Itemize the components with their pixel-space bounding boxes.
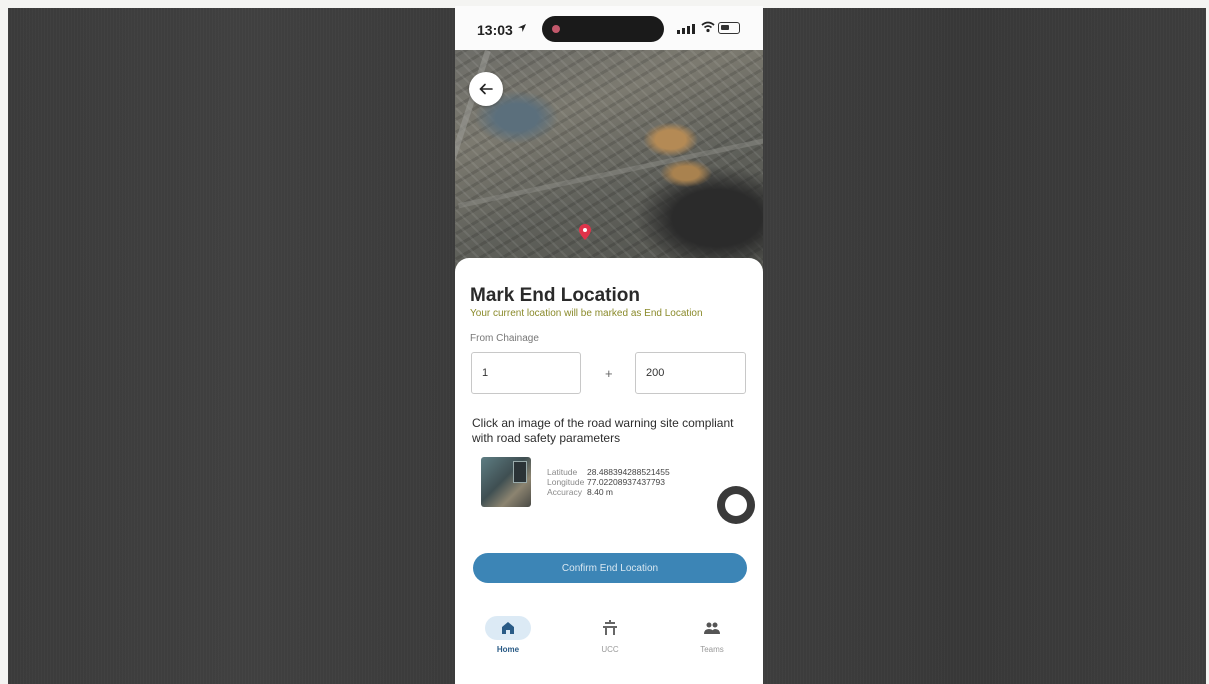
chainage-m-value: 200 (646, 367, 665, 379)
longitude-row: Longitude 77.02208937437793 (547, 477, 670, 487)
location-arrow-icon (518, 24, 526, 32)
recording-indicator-icon (552, 25, 560, 33)
teams-icon (704, 622, 720, 634)
accuracy-value: 8.40 m (587, 487, 613, 497)
battery-icon (718, 22, 740, 34)
longitude-label: Longitude (547, 477, 585, 487)
back-button[interactable] (469, 72, 503, 106)
chainage-label: From Chainage (470, 333, 539, 344)
nav-label-teams: Teams (700, 645, 724, 654)
chainage-km-input[interactable]: 1 (471, 352, 581, 394)
geo-info: Latitude 28.488394288521455 Longitude 77… (547, 467, 670, 497)
sheet-title: Mark End Location (470, 285, 640, 306)
photo-detail (513, 461, 527, 483)
mark-end-location-sheet: Mark End Location Your current location … (455, 258, 763, 684)
map-pin-icon (579, 224, 591, 240)
photo-instruction: Click an image of the road warning site … (472, 416, 734, 445)
wifi-icon (701, 21, 715, 33)
accuracy-label: Accuracy (547, 487, 582, 497)
longitude-value: 77.02208937437793 (587, 477, 665, 487)
dynamic-island (542, 16, 664, 42)
nav-label-ucc: UCC (601, 645, 619, 654)
arrow-left-icon (479, 83, 493, 95)
status-time: 13:03 (477, 22, 513, 38)
confirm-end-location-button[interactable]: Confirm End Location (473, 553, 747, 583)
latitude-value: 28.488394288521455 (587, 467, 670, 477)
nav-label-home: Home (496, 645, 520, 654)
accuracy-row: Accuracy 8.40 m (547, 487, 670, 497)
home-icon-pill (485, 616, 531, 640)
camera-shutter-button[interactable] (717, 486, 755, 524)
shutter-icon (725, 494, 747, 516)
captured-photo-thumbnail[interactable] (481, 457, 531, 507)
nav-item-teams[interactable]: Teams (677, 616, 747, 654)
phone-screen: 13:03 Mark End Location Your current loc… (455, 6, 763, 684)
bottom-navigation: Home UCC Teams (455, 610, 763, 670)
latitude-label: Latitude (547, 467, 578, 477)
home-icon (502, 622, 514, 634)
ucc-icon (603, 620, 617, 635)
signal-icon (677, 24, 695, 34)
chainage-m-input[interactable]: 200 (635, 352, 746, 394)
nav-item-ucc[interactable]: UCC (575, 616, 645, 654)
plus-sign: + (605, 366, 613, 381)
map-road (457, 136, 763, 209)
sheet-subtitle: Your current location will be marked as … (470, 308, 703, 319)
nav-item-home[interactable]: Home (473, 616, 543, 654)
status-bar: 13:03 (455, 6, 763, 50)
latitude-row: Latitude 28.488394288521455 (547, 467, 670, 477)
chainage-km-value: 1 (482, 367, 489, 379)
